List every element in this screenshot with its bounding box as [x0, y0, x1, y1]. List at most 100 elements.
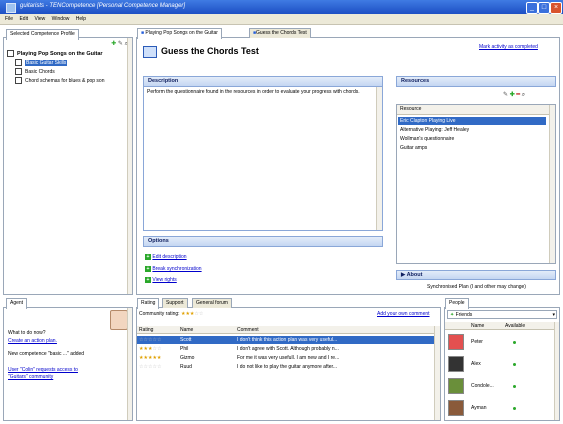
scrollbar[interactable]: [554, 322, 559, 420]
menu-help[interactable]: Help: [76, 14, 86, 25]
description-header: Description: [143, 76, 383, 87]
rating-panel: Rating Support General forum Community r…: [136, 298, 441, 421]
tab-support[interactable]: Support: [162, 298, 188, 308]
list-item[interactable]: Guitar amps: [398, 144, 556, 152]
item-checkbox[interactable]: [15, 68, 22, 75]
table-row[interactable]: ★★★★★ Gizmo For me it was very usefull. I …: [137, 354, 434, 362]
rating-stars: ☆☆☆☆☆: [139, 364, 162, 370]
person-name: Condole...: [471, 383, 494, 389]
available-status-icon: [513, 407, 516, 410]
create-action-plan-link[interactable]: Create an action plan.: [8, 338, 57, 344]
table-row[interactable]: ☆☆☆☆☆ Ruud I do not like to play the guita…: [137, 363, 434, 371]
task-icon: ■: [141, 30, 145, 36]
option-view-rights[interactable]: + View rights: [145, 277, 177, 283]
about-header[interactable]: ▶ About: [396, 270, 556, 280]
competence-profile-panel: Selected Competence Profile ✚ ✎ ⌕ Playin…: [3, 29, 133, 295]
toolbar-icons: ✚ ✎ ⌕: [111, 40, 128, 48]
menu-edit[interactable]: Edit: [19, 14, 28, 25]
access-request-link[interactable]: User "Colin" requests access to: [8, 367, 78, 373]
list-item[interactable]: Basic Chords: [15, 68, 55, 75]
rating-stars: ★★★☆☆: [180, 311, 204, 317]
search-icon[interactable]: ⌕: [522, 92, 525, 98]
option-edit-description[interactable]: + Edit description: [145, 254, 187, 260]
add-icon[interactable]: ✚: [510, 92, 515, 98]
list-item[interactable]: Condole...: [445, 376, 553, 396]
people-filter-select[interactable]: ✦ Friends ▾: [447, 310, 557, 319]
avatar: [448, 400, 464, 416]
profile-root[interactable]: Playing Pop Songs on the Guitar: [7, 50, 125, 57]
list-item[interactable]: Alternative Playing: Jeff Healey: [398, 126, 556, 134]
table-row[interactable]: ★★★☆☆ Phil I don't agree with Scott. Altho…: [137, 345, 434, 353]
item-checkbox[interactable]: [15, 59, 22, 66]
main-panel: ■ Playing Pop Songs on the Guitar ■Guess…: [136, 28, 560, 295]
access-request-link-2[interactable]: "Guitars" community: [8, 374, 53, 380]
column-rating[interactable]: Rating: [139, 326, 153, 334]
column-name[interactable]: Name: [180, 326, 193, 334]
tab-selected-competence-profile[interactable]: Selected Competence Profile: [6, 29, 79, 40]
scrollbar[interactable]: [434, 326, 440, 420]
community-rating: Community rating: ★★★☆☆: [139, 311, 204, 317]
edit-icon[interactable]: ✎: [503, 92, 508, 98]
available-status-icon: [513, 363, 516, 366]
row-name: Scott: [180, 337, 192, 343]
list-item[interactable]: Ayman: [445, 398, 553, 418]
scrollbar[interactable]: [376, 87, 382, 230]
menu-window[interactable]: Window: [52, 14, 70, 25]
rights-icon: +: [145, 277, 151, 283]
list-item[interactable]: Peter: [445, 332, 553, 352]
people-panel: People ✦ Friends ▾ Name Available Peter A…: [444, 298, 560, 421]
resources-header: Resources: [396, 76, 556, 87]
add-icon[interactable]: ✚: [111, 41, 116, 47]
avatar: [448, 334, 464, 350]
scrollbar[interactable]: [549, 105, 555, 263]
column-comment[interactable]: Comment: [237, 326, 259, 334]
tab-guess-the-chords[interactable]: ■Guess the Chords Test: [249, 28, 311, 38]
rating-rows: ☆☆☆☆☆ Scott I don't think this action plan…: [137, 336, 434, 406]
tab-rating[interactable]: Rating: [137, 298, 160, 309]
sync-status: Synchronised Plan (I and other may chang…: [427, 284, 526, 290]
row-name: Gizmo: [180, 355, 195, 361]
chevron-right-icon: ▶: [401, 272, 406, 278]
add-comment-link[interactable]: Add your own comment: [377, 311, 430, 317]
person-name: Peter: [471, 339, 483, 345]
scrollbar[interactable]: [127, 38, 132, 294]
mark-completed-link[interactable]: Mark activity as completed: [479, 44, 538, 50]
menu-bar: File Edit View Window Help: [0, 14, 563, 25]
profile-checkbox[interactable]: [7, 50, 14, 57]
tab-agent[interactable]: Agent: [6, 298, 28, 309]
close-icon[interactable]: ×: [550, 2, 562, 14]
rating-stars: ★★★☆☆: [139, 346, 162, 352]
edit-icon: +: [145, 254, 151, 260]
person-name: Ayman: [471, 405, 487, 411]
table-row[interactable]: ☆☆☆☆☆ Scott I don't think this action plan…: [137, 336, 434, 344]
people-table-header: Name Available: [445, 322, 555, 330]
agent-panel: Agent What to do now? Create an action p…: [3, 298, 133, 421]
list-item[interactable]: Chord schemas for blues & pop son: [15, 77, 127, 84]
available-status-icon: [513, 341, 516, 344]
list-item[interactable]: Basic Guitar Skills: [15, 59, 68, 66]
tab-general-forum[interactable]: General forum: [192, 298, 232, 308]
avatar: [448, 378, 464, 394]
tab-playing-pop-songs[interactable]: ■ Playing Pop Songs on the Guitar: [137, 28, 222, 39]
edit-icon[interactable]: ✎: [118, 41, 123, 47]
list-item[interactable]: Eric Clapton Playing Live: [398, 117, 546, 125]
maximize-icon[interactable]: □: [538, 2, 550, 14]
chevron-down-icon[interactable]: ▾: [552, 311, 555, 320]
column-available[interactable]: Available: [505, 322, 525, 330]
minimize-icon[interactable]: _: [526, 2, 538, 14]
list-item[interactable]: Wollman's questionnaire: [398, 135, 556, 143]
rating-table-header: Rating Name Comment: [137, 326, 434, 334]
menu-view[interactable]: View: [34, 14, 45, 25]
tab-people[interactable]: People: [445, 298, 469, 309]
description-text: Perform the questionnaire found in the r…: [147, 89, 360, 95]
column-name[interactable]: Name: [471, 322, 484, 330]
menu-file[interactable]: File: [5, 14, 13, 25]
app-icon: [6, 3, 16, 13]
option-break-sync[interactable]: + Break synchronization: [145, 266, 202, 272]
item-checkbox[interactable]: [15, 77, 22, 84]
list-item[interactable]: Alex: [445, 354, 553, 374]
remove-icon[interactable]: ━: [516, 92, 520, 98]
friends-icon: ✦: [450, 312, 455, 318]
scrollbar[interactable]: [127, 308, 132, 420]
description-box[interactable]: Perform the questionnaire found in the r…: [143, 87, 383, 231]
